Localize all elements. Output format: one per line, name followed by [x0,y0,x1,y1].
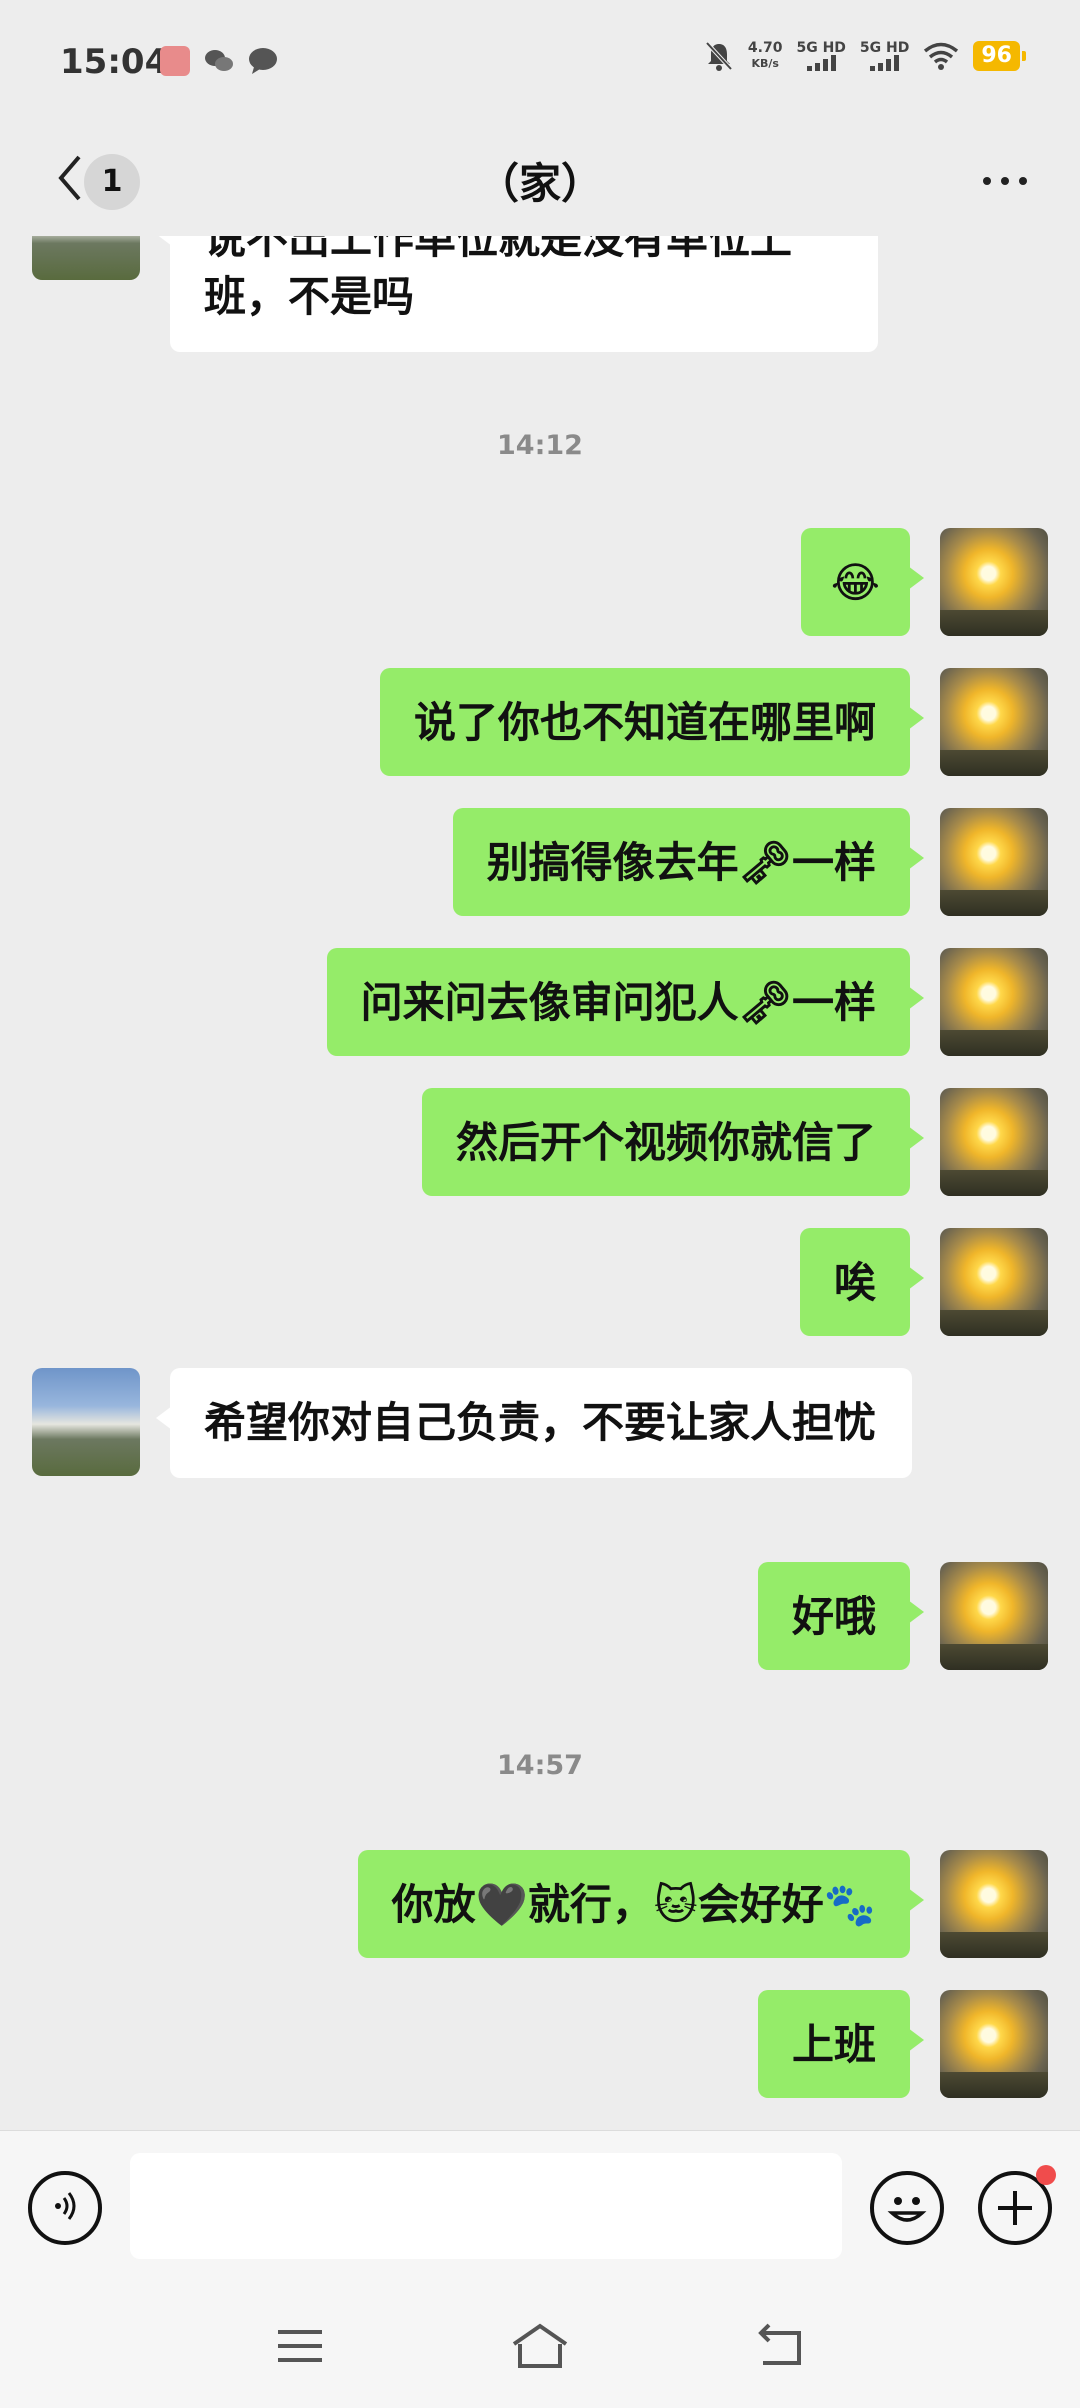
status-bar: 15:04 4.70 KB/s 5G HD 5G HD 96 [0,0,1080,128]
message-timestamp: 14:57 [497,1750,583,1781]
return-button[interactable] [750,2318,810,2378]
return-icon [755,2323,805,2373]
message-bubble[interactable]: 说了你也不知道在哪里啊 [379,668,925,776]
battery-indicator: 96 [973,41,1026,71]
message-bubble[interactable]: 😂 [800,528,925,636]
message-bubble[interactable]: 然后开个视频你就信了 [421,1088,925,1196]
chat-messages[interactable]: 说不出工作单位就是没有单位上班，不是吗 14:12 😂 说了你也不知道在哪里啊 … [0,236,1080,2130]
my-avatar[interactable] [940,1228,1048,1336]
home-button[interactable] [510,2318,570,2378]
net-speed-unit: KB/s [751,57,779,70]
more-button[interactable] [970,156,1040,206]
message-bubble[interactable]: 别搞得像去年🗝一样 [452,808,925,916]
my-avatar[interactable] [940,528,1048,636]
message-bubble[interactable]: 你放🖤就行，🐱会好好🐾 [357,1850,925,1958]
my-avatar[interactable] [940,1850,1048,1958]
system-nav-bar [0,2280,1080,2408]
mute-bell-icon [704,40,734,72]
plus-icon [982,2175,1048,2245]
contact-avatar[interactable] [32,1368,140,1476]
wechat-icon [204,48,234,74]
more-dot [1001,177,1009,185]
message-bubble[interactable]: 问来问去像审问犯人🗝一样 [326,948,925,1056]
my-avatar[interactable] [940,1088,1048,1196]
wifi-icon [923,42,959,70]
message-bubble[interactable]: 上班 [757,1990,925,2098]
more-dots-icon [983,177,991,185]
health-app-icon [160,46,190,76]
message-bubble[interactable]: 希望你对自己负责，不要让家人担忧 [156,1368,912,1478]
voice-button[interactable] [28,2171,102,2245]
message-bubble[interactable]: 唉 [799,1228,925,1336]
signal-bars-icon [806,55,836,71]
my-avatar[interactable] [940,808,1048,916]
my-avatar[interactable] [940,948,1048,1056]
menu-button[interactable] [270,2318,330,2378]
notification-dot [1036,2165,1056,2185]
my-avatar[interactable] [940,1990,1048,2098]
my-avatar[interactable] [940,668,1048,776]
message-input[interactable] [130,2153,842,2259]
input-bar [0,2130,1080,2280]
net-speed: 4.70 KB/s [748,41,783,71]
sim2-label: 5G HD [859,40,910,56]
emoji-button[interactable] [870,2171,944,2245]
voice-icon [48,2189,82,2227]
chat-title: （家） [476,159,603,208]
sim1-signal: 5G HD [796,40,846,71]
chat-header: 1 （家） [0,128,1080,236]
contact-avatar[interactable] [32,236,140,280]
smiley-icon [874,2175,940,2245]
home-icon [510,2322,570,2374]
message-icon [248,47,278,75]
sim1-label: 5G HD [796,40,846,56]
more-dot [1019,177,1027,185]
message-bubble[interactable]: 说不出工作单位就是没有单位上班，不是吗 [156,236,878,352]
message-timestamp: 14:12 [497,430,583,461]
menu-icon [275,2326,325,2370]
status-time: 15:04 [60,42,169,82]
sim2-signal: 5G HD [860,41,909,71]
net-speed-value: 4.70 [747,40,783,56]
status-app-icons [160,46,278,76]
status-right: 4.70 KB/s 5G HD 5G HD 96 [704,40,1026,72]
message-bubble[interactable]: 好哦 [757,1562,925,1670]
my-avatar[interactable] [940,1562,1048,1670]
signal-bars-icon [870,55,900,71]
